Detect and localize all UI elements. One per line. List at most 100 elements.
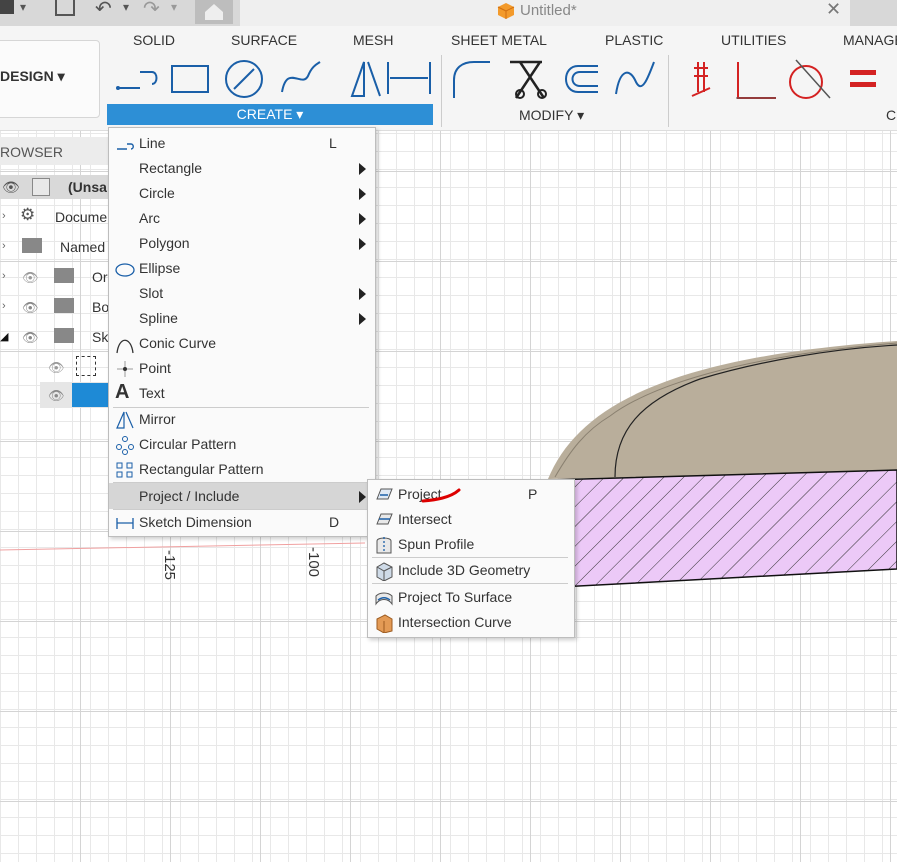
menu-item-polygon[interactable]: Polygon [109,231,375,256]
sketch-icon [76,356,96,376]
tab-manage[interactable]: MANAGE [843,32,897,48]
browser-item-label[interactable]: Bo [92,299,109,315]
menu-item-slot[interactable]: Slot [109,281,375,306]
menu-item-spun-profile[interactable]: Spun Profile [368,532,574,557]
save-icon[interactable] [55,0,75,16]
menu-item-sketch-dimension[interactable]: Sketch Dimension D [109,510,375,535]
menu-item-mirror[interactable]: Mirror [109,407,375,432]
redo-icon[interactable]: ↷ [143,0,160,21]
redo-dropdown-icon[interactable]: ▾ [171,0,177,14]
undo-icon[interactable]: ↶ [95,0,112,21]
conic-curve-icon [116,339,134,354]
expand-icon[interactable]: › [2,210,6,222]
menu-item-text[interactable]: A Text [109,381,375,406]
tab-utilities[interactable]: UTILITIES [721,32,786,48]
coincident-constraint-icon[interactable] [691,62,711,97]
mirror-tool-icon[interactable] [350,61,381,97]
create-dropdown-menu: Line L Rectangle Circle Arc Polygon Ellip… [108,127,376,537]
menu-item-rectangle[interactable]: Rectangle [109,156,375,181]
spline-edit-icon[interactable] [615,61,655,95]
perpendicular-constraint-icon[interactable] [736,62,776,99]
expand-icon[interactable]: › [2,270,6,282]
undo-dropdown-icon[interactable]: ▾ [123,0,129,14]
trim-tool-icon[interactable] [510,60,547,99]
spline-tool-icon[interactable] [281,61,321,93]
eye-icon[interactable]: 👁 [22,330,39,346]
tab-plastic[interactable]: PLASTIC [605,32,663,48]
section-hatch [547,469,897,588]
eye-icon[interactable]: 👁 [22,300,39,316]
eye-hidden-icon[interactable]: 👁 [22,270,39,286]
rectangle-tool-icon[interactable] [171,65,209,93]
dimension-tool-icon[interactable] [387,62,431,94]
menu-item-spline[interactable]: Spline [109,306,375,331]
dropdown-icon[interactable]: ▾ [20,0,26,14]
submenu-arrow-icon [359,163,366,175]
menu-item-ellipse[interactable]: Ellipse [109,256,375,281]
menu-item-point[interactable]: Point [109,356,375,381]
offset-tool-icon[interactable] [565,65,598,93]
menu-item-project[interactable]: Project P [368,482,574,507]
modify-menu-button[interactable]: MODIFY ▾ [519,107,584,124]
menu-item-arc[interactable]: Arc [109,206,375,231]
line-tool-icon[interactable] [116,71,158,90]
folder-icon [54,328,74,343]
project-icon [376,488,393,500]
create-menu-button[interactable]: CREATE ▾ [107,104,433,125]
equal-constraint-icon[interactable] [850,70,876,87]
rectangular-pattern-icon [116,462,133,478]
axis-label-125: -125 [161,550,178,581]
home-button[interactable] [195,0,233,24]
menu-item-project-to-surface[interactable]: Project To Surface [368,585,574,610]
browser-item-label[interactable]: Docume [55,209,107,225]
close-tab-icon[interactable]: ✕ [826,0,841,20]
sketch-dimension-icon [116,518,134,529]
menu-item-circular-pattern[interactable]: Circular Pattern [109,432,375,457]
modify-tools [453,60,655,99]
tangent-constraint-icon[interactable] [789,59,831,99]
submenu-arrow-icon [359,288,366,300]
browser-item-label[interactable]: Or [92,269,108,285]
circle-tool-icon[interactable] [225,60,263,98]
mirror-icon [116,411,134,429]
folder-icon [54,268,74,283]
line-icon [117,143,134,150]
menu-item-intersection-curve[interactable]: Intersection Curve [368,610,574,635]
circular-pattern-icon [116,436,134,455]
expand-icon[interactable]: › [2,300,6,312]
browser-title: ROWSER [0,144,63,160]
fillet-tool-icon[interactable] [453,61,490,98]
ellipse-icon [115,263,135,277]
tab-mesh[interactable]: MESH [353,32,393,48]
menu-item-conic-curve[interactable]: Conic Curve [109,331,375,356]
menu-item-project-include[interactable]: Project / Include [109,483,375,509]
app-menu-icon[interactable] [0,0,14,14]
constraint-tools [691,59,876,99]
browser-item-label[interactable]: Named [60,239,105,255]
collapse-icon[interactable]: ◢ [0,330,8,343]
menu-item-rectangular-pattern[interactable]: Rectangular Pattern [109,457,375,482]
eye-icon[interactable]: 👁 [2,179,20,196]
intersect-icon [376,513,393,525]
ribbon-separator-2 [668,55,669,127]
intersection-curve-icon [376,614,393,633]
tab-surface[interactable]: SURFACE [231,32,297,48]
menu-item-circle[interactable]: Circle [109,181,375,206]
expand-icon[interactable]: › [2,240,6,252]
gear-icon: ⚙ [20,205,36,224]
browser-item-label[interactable]: Sk [92,329,108,345]
submenu-arrow-icon [359,491,366,503]
menu-item-include-3d-geometry[interactable]: Include 3D Geometry [368,558,574,583]
project-include-submenu: Project P Intersect Spun Profile Include … [367,479,575,638]
axis-label-100: -100 [305,547,322,578]
home-icon [205,4,223,20]
menu-item-line[interactable]: Line L [109,131,375,156]
constraints-menu-button[interactable]: C [886,107,896,123]
component-icon [32,178,50,196]
tab-solid[interactable]: SOLID [133,32,175,48]
eye-icon[interactable]: 👁 [48,388,65,404]
eye-hidden-icon[interactable]: 👁 [48,360,65,376]
sketch-selected-icon[interactable] [72,383,112,407]
menu-item-intersect[interactable]: Intersect [368,507,574,532]
tab-sheet-metal[interactable]: SHEET METAL [451,32,547,48]
